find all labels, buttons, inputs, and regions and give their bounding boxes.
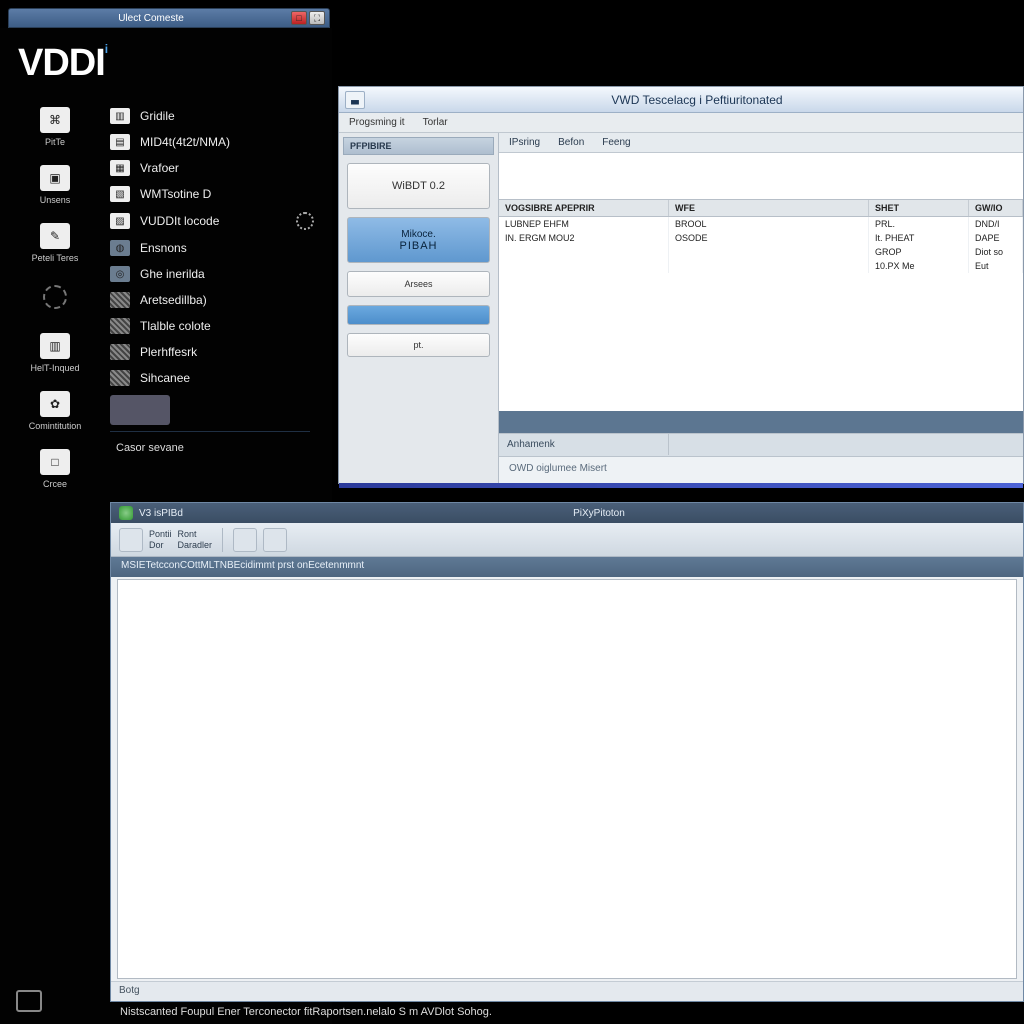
sidebar-item[interactable]: ▥Gridile — [110, 103, 332, 129]
secondary-window: V3 isPIBd PiXyPitoton Pontii Dor Ront Da… — [110, 502, 1024, 1002]
mid-bar — [499, 411, 1023, 433]
menu-item[interactable]: Torlar — [423, 117, 448, 128]
sidebar-item[interactable]: ◍Ensnons — [110, 235, 332, 261]
status-bar: Botg — [111, 981, 1023, 1001]
table-row[interactable]: GROPDiot so — [499, 245, 1023, 259]
canvas-area[interactable] — [117, 579, 1017, 979]
spinner-icon — [43, 285, 67, 309]
toolbar-icon[interactable] — [263, 528, 287, 552]
sidebar-item[interactable]: ◎Ghe inerilda — [110, 261, 332, 287]
tab[interactable]: Feeng — [602, 137, 630, 148]
data-table: VOGSIBRE APEPRIR WFE SHET GW/IO LUBNEP E… — [499, 153, 1023, 411]
main-window-titlebar: ▃ VWD Tescelacg i Peftiuritonated — [339, 87, 1023, 113]
sidebar-item[interactable]: Sihcanee — [110, 365, 332, 391]
secondary-titlebar: V3 isPIBd PiXyPitoton — [111, 503, 1023, 523]
panel-head: PFPIBIRE — [343, 137, 494, 155]
toolbar: Pontii Dor Ront Daradler — [111, 523, 1023, 557]
sidebar-item[interactable]: Aretsedillba) — [110, 287, 332, 313]
sidebar-icon-column: ⌘ PitTe ▣ Unsens ✎ Peteli Teres ▥ HelT-I… — [0, 103, 110, 503]
mini-titlebar-title: Ulect Comeste — [13, 13, 289, 24]
sidebar-icon-2[interactable]: ✎ — [40, 223, 70, 249]
vehicle-icon — [110, 395, 170, 425]
info-bar: MSIETetcconCOttMLTNBEcidimmt prst onEcet… — [111, 557, 1023, 577]
sidebar-item[interactable]: ▧WMTsotine D — [110, 181, 332, 207]
accent-bar — [339, 483, 1023, 488]
sidebar-icon-5[interactable]: ✿ — [40, 391, 70, 417]
sidebar-item[interactable]: Plerhffesrk — [110, 339, 332, 365]
sidebar-item[interactable]: ▦Vrafoer — [110, 155, 332, 181]
table-row[interactable]: IN. ERGM MOU2OSODE It. PHEATDAPE — [499, 231, 1023, 245]
tile-mini[interactable]: pt. — [347, 333, 490, 357]
left-panel: PFPIBIRE WiBDT 0.2 Mikoce.PIBAH Arsees p… — [339, 133, 499, 483]
label-row: Anhamenk — [499, 433, 1023, 457]
panel-footer: OWD oiglumee Misert — [499, 457, 1023, 483]
loading-icon — [296, 212, 314, 230]
table-row[interactable]: 10.PX MeEut — [499, 259, 1023, 273]
tile-selected[interactable]: Mikoce.PIBAH — [347, 217, 490, 263]
secondary-title-center: PiXyPitoton — [183, 508, 1015, 519]
sidebar-bottom-icon[interactable] — [16, 990, 42, 1012]
logo: VDDIi — [18, 42, 332, 85]
main-menubar: Progsming it Torlar — [339, 113, 1023, 133]
window-control-icon[interactable]: ⛶ — [309, 11, 325, 25]
sidebar-icon-1[interactable]: ▣ — [40, 165, 70, 191]
system-menu-icon[interactable]: ▃ — [345, 91, 365, 109]
tile-small[interactable]: Arsees — [347, 271, 490, 297]
right-panel: IPsring Befon Feeng VOGSIBRE APEPRIR WFE… — [499, 133, 1023, 483]
secondary-title-left: V3 isPIBd — [139, 508, 183, 519]
page-footer: Nistscanted Foupul Ener Terconector fitR… — [120, 1006, 492, 1018]
close-icon[interactable]: □ — [291, 11, 307, 25]
sidebar-list: ▥Gridile ▤MID4t(4t2t/NMA) ▦Vrafoer ▧WMTs… — [110, 103, 332, 503]
sidebar-item[interactable]: ▨VUDDIt locode — [110, 207, 332, 235]
toolbar-icon[interactable] — [233, 528, 257, 552]
tab[interactable]: Befon — [558, 137, 584, 148]
sidebar-icon-0[interactable]: ⌘ — [40, 107, 70, 133]
tile-bar[interactable] — [347, 305, 490, 325]
main-window-title: VWD Tescelacg i Peftiuritonated — [371, 93, 1023, 107]
sidebar-section-label: Casor sevane — [116, 442, 332, 454]
sidebar-icon-4[interactable]: ▥ — [40, 333, 70, 359]
mini-titlebar: Ulect Comeste □ ⛶ — [8, 8, 330, 28]
table-row[interactable]: LUBNEP EHFMBROOL PRL.DND/I — [499, 217, 1023, 231]
toolbar-icon[interactable] — [119, 528, 143, 552]
main-window: ▃ VWD Tescelacg i Peftiuritonated Progsm… — [338, 86, 1024, 484]
sidebar-item[interactable]: Tlalble colote — [110, 313, 332, 339]
right-tabs: IPsring Befon Feeng — [499, 133, 1023, 153]
tile-main[interactable]: WiBDT 0.2 — [347, 163, 490, 209]
tab[interactable]: IPsring — [509, 137, 540, 148]
app-icon — [119, 506, 133, 520]
sidebar-item[interactable]: ▤MID4t(4t2t/NMA) — [110, 129, 332, 155]
menu-item[interactable]: Progsming it — [349, 117, 405, 128]
sidebar-icon-6[interactable]: □ — [40, 449, 70, 475]
